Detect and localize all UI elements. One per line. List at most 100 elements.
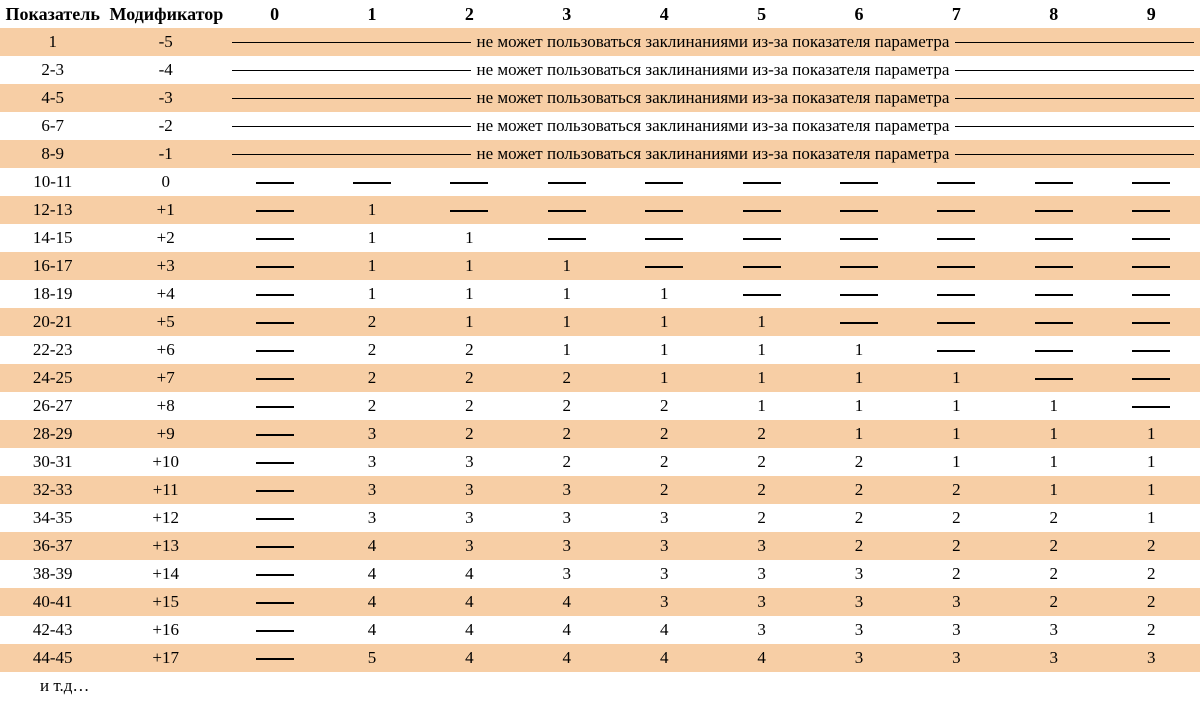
cell-bonus: 1 xyxy=(323,252,420,280)
dash-icon xyxy=(743,182,781,184)
cell-bonus xyxy=(616,224,713,252)
cell-bonus: 3 xyxy=(421,504,518,532)
dash-icon xyxy=(937,238,975,240)
table-row: 18-19+41111 xyxy=(0,280,1200,308)
cell-bonus: 3 xyxy=(421,448,518,476)
cell-bonus: 2 xyxy=(616,392,713,420)
cell-bonus: 2 xyxy=(810,476,907,504)
cell-modifier: -3 xyxy=(105,84,226,112)
ability-bonus-spells-table: Показатель Модификатор 0 1 2 3 4 5 6 7 8… xyxy=(0,0,1200,700)
header-level-8: 8 xyxy=(1005,0,1102,28)
cell-bonus xyxy=(810,252,907,280)
cell-bonus xyxy=(226,336,323,364)
dash-icon xyxy=(1035,350,1073,352)
cell-bonus: 2 xyxy=(323,364,420,392)
dash-icon xyxy=(743,210,781,212)
dash-icon xyxy=(840,210,878,212)
cell-bonus xyxy=(226,252,323,280)
dash-icon xyxy=(256,518,294,520)
dash-icon xyxy=(937,266,975,268)
cell-bonus: 3 xyxy=(1005,616,1102,644)
cell-bonus: 1 xyxy=(323,224,420,252)
cell-bonus xyxy=(226,476,323,504)
dash-icon xyxy=(1035,210,1073,212)
table-row: 6-7-2не может пользоваться заклинаниями … xyxy=(0,112,1200,140)
cell-bonus: 1 xyxy=(1005,392,1102,420)
dash-icon xyxy=(840,322,878,324)
cell-modifier: -2 xyxy=(105,112,226,140)
cell-bonus: 3 xyxy=(323,476,420,504)
cell-bonus xyxy=(1102,196,1200,224)
cell-bonus: 1 xyxy=(323,280,420,308)
dash-icon xyxy=(450,182,488,184)
cell-bonus xyxy=(810,168,907,196)
cell-bonus xyxy=(810,196,907,224)
cell-bonus xyxy=(616,168,713,196)
header-level-7: 7 xyxy=(908,0,1005,28)
cell-modifier: +13 xyxy=(105,532,226,560)
dash-icon xyxy=(256,434,294,436)
cell-bonus xyxy=(1102,224,1200,252)
cell-bonus xyxy=(226,644,323,672)
cell-bonus: 3 xyxy=(1102,644,1200,672)
cell-bonus xyxy=(421,168,518,196)
cell-bonus xyxy=(226,392,323,420)
cell-bonus: 1 xyxy=(518,308,615,336)
cell-bonus xyxy=(713,224,810,252)
table-row: 34-35+12333322221 xyxy=(0,504,1200,532)
table-row: 22-23+6221111 xyxy=(0,336,1200,364)
cell-modifier: +3 xyxy=(105,252,226,280)
cell-bonus: 2 xyxy=(616,420,713,448)
cell-score: 14-15 xyxy=(0,224,105,252)
cell-modifier: +10 xyxy=(105,448,226,476)
table-row: 44-45+17544443333 xyxy=(0,644,1200,672)
cell-bonus xyxy=(226,196,323,224)
dash-icon xyxy=(256,350,294,352)
cell-bonus xyxy=(1005,280,1102,308)
cell-bonus xyxy=(713,168,810,196)
cell-score: 42-43 xyxy=(0,616,105,644)
cell-score: 1 xyxy=(0,28,105,56)
cell-modifier: +15 xyxy=(105,588,226,616)
cell-bonus xyxy=(713,280,810,308)
cell-bonus: 1 xyxy=(713,308,810,336)
table-row: 8-9-1не может пользоваться заклинаниями … xyxy=(0,140,1200,168)
dash-icon xyxy=(840,294,878,296)
cell-bonus: 3 xyxy=(616,560,713,588)
cell-bonus: 3 xyxy=(518,504,615,532)
dash-icon xyxy=(645,238,683,240)
cell-score: 6-7 xyxy=(0,112,105,140)
cell-score: 40-41 xyxy=(0,588,105,616)
dash-icon xyxy=(1132,182,1170,184)
cell-bonus: 3 xyxy=(810,560,907,588)
cell-bonus: 2 xyxy=(421,392,518,420)
cell-bonus xyxy=(226,420,323,448)
dash-icon xyxy=(937,350,975,352)
cell-score: 8-9 xyxy=(0,140,105,168)
dash-icon xyxy=(548,182,586,184)
cell-score: 16-17 xyxy=(0,252,105,280)
cell-bonus xyxy=(908,308,1005,336)
dash-icon xyxy=(1132,294,1170,296)
cell-bonus: 2 xyxy=(616,476,713,504)
cell-score: 44-45 xyxy=(0,644,105,672)
dash-icon xyxy=(937,182,975,184)
table-row: 38-39+14443333222 xyxy=(0,560,1200,588)
table-row: 24-25+72221111 xyxy=(0,364,1200,392)
cell-modifier: +1 xyxy=(105,196,226,224)
cell-bonus xyxy=(1005,336,1102,364)
cell-bonus: 1 xyxy=(1102,420,1200,448)
cell-bonus xyxy=(1102,392,1200,420)
cell-bonus: 4 xyxy=(323,616,420,644)
dash-icon xyxy=(1132,322,1170,324)
dash-icon xyxy=(256,462,294,464)
cell-bonus: 3 xyxy=(713,588,810,616)
cell-bonus: 2 xyxy=(518,448,615,476)
cell-bonus xyxy=(226,224,323,252)
cell-bonus xyxy=(1102,280,1200,308)
cell-bonus: 2 xyxy=(908,504,1005,532)
header-level-3: 3 xyxy=(518,0,615,28)
dash-icon xyxy=(743,238,781,240)
cell-bonus: 1 xyxy=(1102,448,1200,476)
cell-bonus: 1 xyxy=(421,224,518,252)
